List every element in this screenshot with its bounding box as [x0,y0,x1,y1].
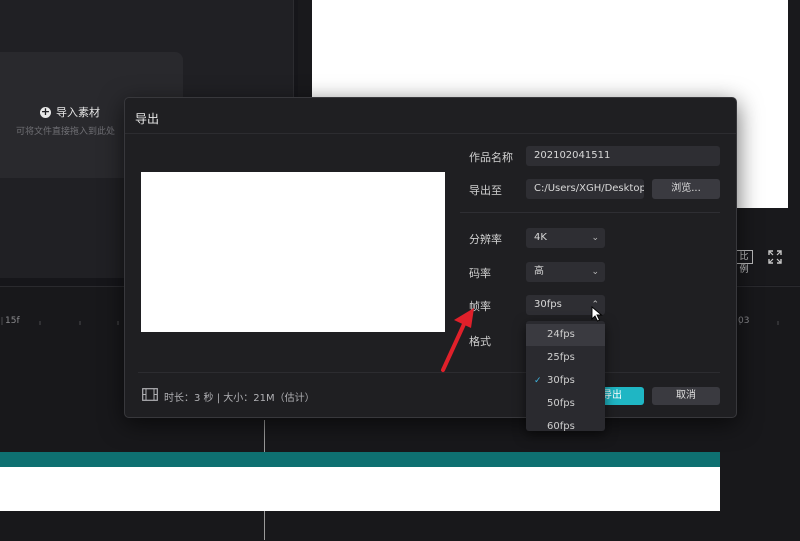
fps-option[interactable]: ✓ 30fps [526,370,605,392]
aspect-ratio-button[interactable]: 比例 [735,250,753,275]
fps-value: 30fps [534,299,562,310]
ruler-tick-label: 15f [5,316,20,326]
dialog-title: 导出 [135,112,160,126]
export-path-label: 导出至 [469,184,502,197]
fullscreen-icon[interactable] [768,250,782,264]
fps-option[interactable]: 60fps [526,416,605,431]
name-label: 作品名称 [469,151,513,164]
fps-option[interactable]: 25fps [526,347,605,369]
chevron-down-icon: ⌄ [591,267,599,277]
resolution-value: 4K [534,232,547,243]
import-media-label: 导入素材 [56,106,100,119]
bitrate-select[interactable]: 高 ⌄ [526,262,605,282]
import-media-button[interactable]: + 导入素材 [40,104,100,120]
resolution-select[interactable]: 4K ⌄ [526,228,605,248]
divider [460,212,720,213]
plus-icon: + [40,104,51,118]
checkmark-icon: ✓ [534,376,542,386]
mouse-cursor-icon [591,306,603,322]
export-info: 时长：3 秒 | 大小：21M（估计） [164,393,315,404]
browse-button[interactable]: 浏览... [652,179,720,199]
ruler-tick-label: 03 [738,316,750,326]
export-path-input[interactable]: C:/Users/XGH/Desktop [526,179,644,199]
divider [125,133,736,134]
cancel-button[interactable]: 取消 [652,387,720,405]
bitrate-label: 码率 [469,267,491,280]
video-track-header[interactable] [0,452,720,467]
fps-dropdown-menu: 24fps 25fps ✓ 30fps 50fps 60fps [526,321,605,431]
resolution-label: 分辨率 [469,233,502,246]
import-hint: 可将文件直接拖入到此处 [16,127,116,137]
divider [138,372,720,373]
film-icon [142,388,158,401]
bitrate-value: 高 [534,266,544,277]
annotation-arrow-icon [441,308,474,372]
export-preview [141,172,445,332]
video-clip[interactable] [0,467,720,511]
fps-option[interactable]: 24fps [526,324,605,346]
fps-option[interactable]: 50fps [526,393,605,415]
project-name-input[interactable]: 202102041511 [526,146,720,166]
chevron-down-icon: ⌄ [591,233,599,243]
